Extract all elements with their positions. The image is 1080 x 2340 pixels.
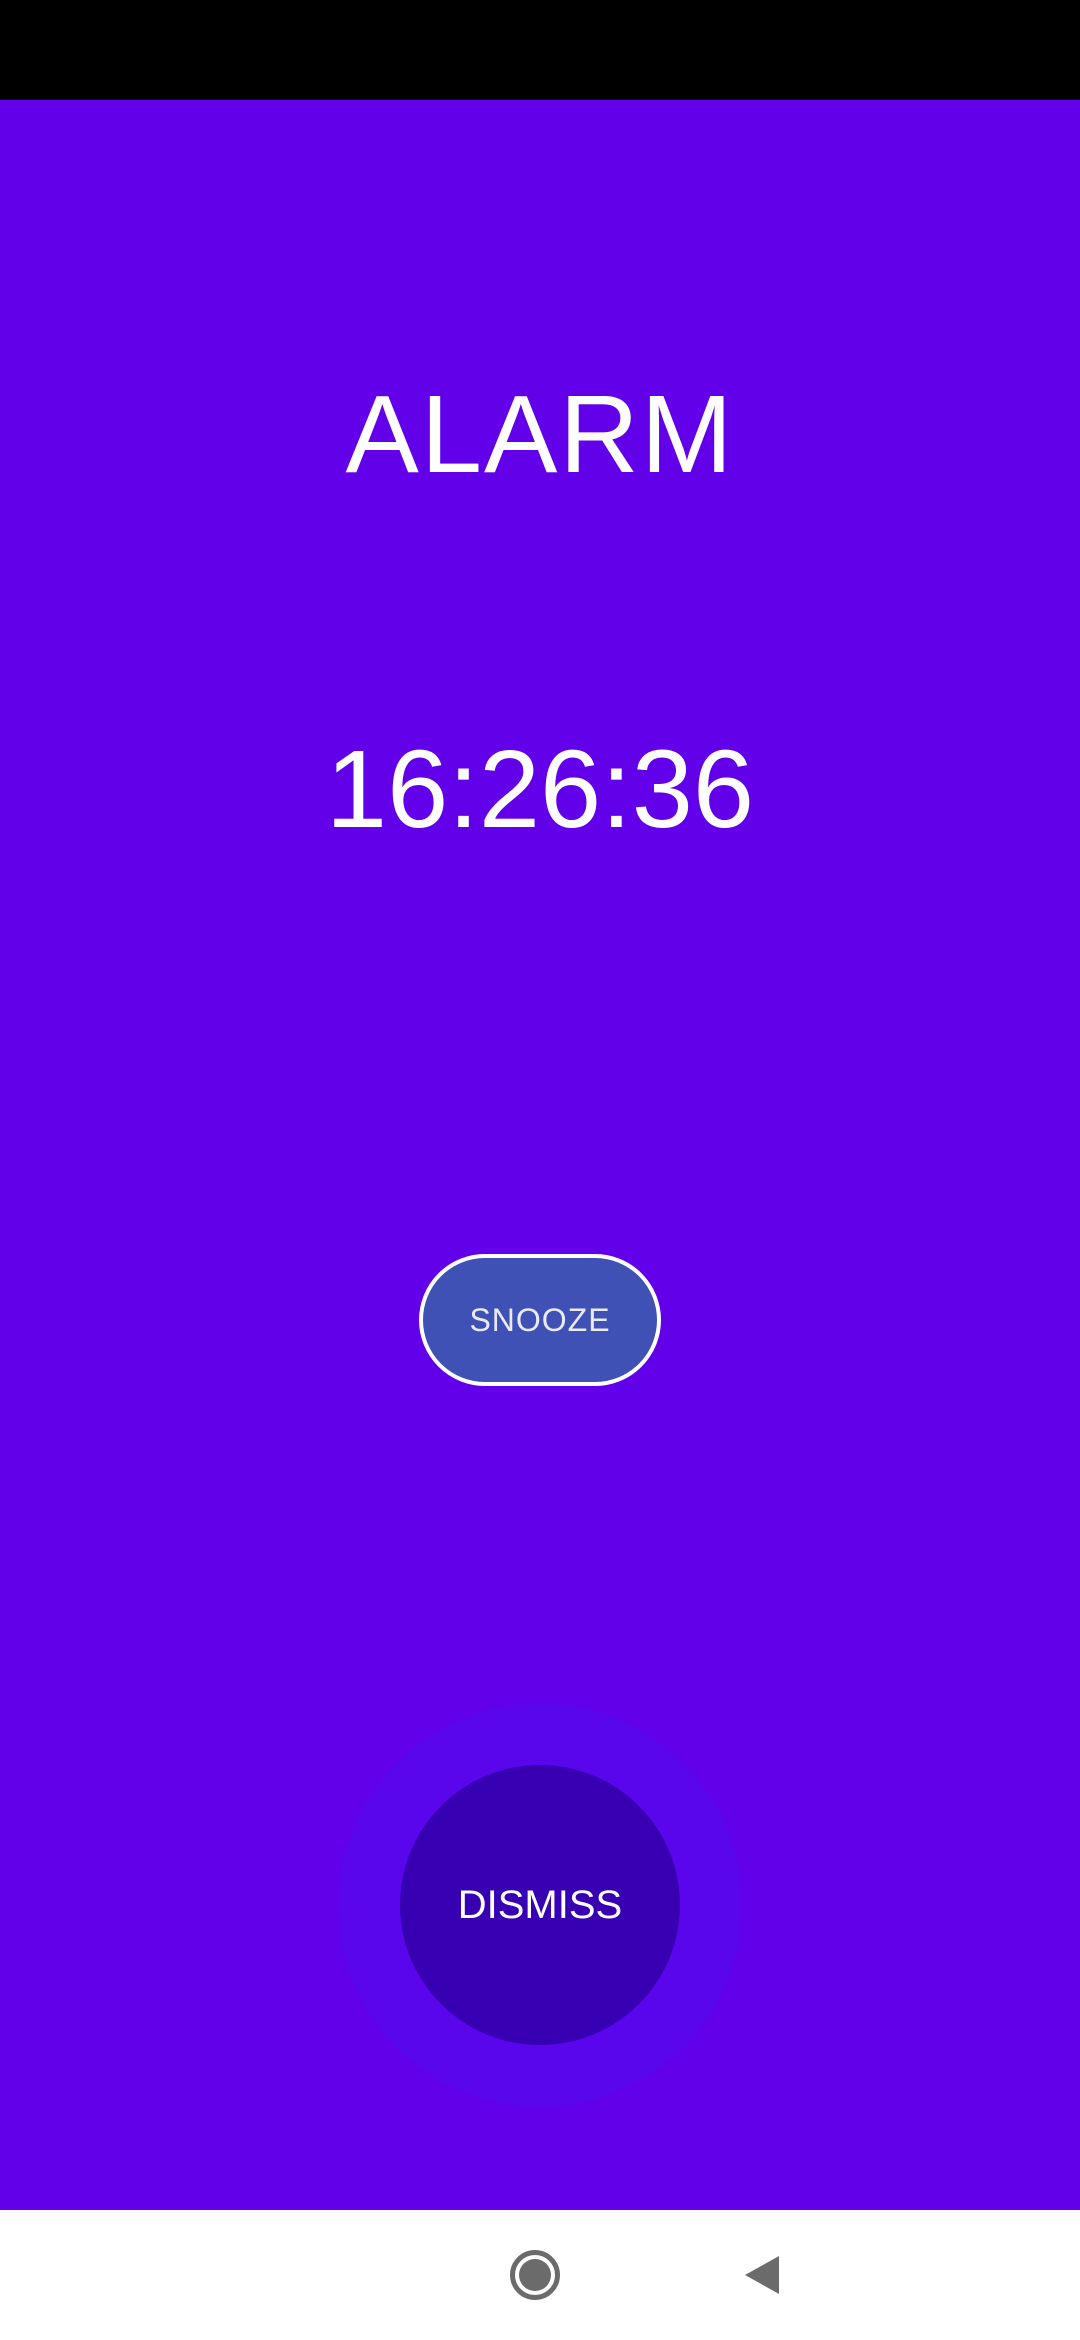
back-icon[interactable] [742,2254,782,2296]
home-icon[interactable] [510,2250,560,2300]
dismiss-button[interactable]: DISMISS [400,1765,680,2045]
status-bar [0,0,1080,100]
snooze-button[interactable]: SNOOZE [419,1254,661,1386]
alarm-title: ALARM [345,373,735,496]
snooze-label: SNOOZE [469,1301,611,1338]
alarm-screen: ALARM 16:26:36 SNOOZE DISMISS [0,100,1080,2210]
alarm-time: 16:26:36 [325,728,755,851]
navigation-bar [0,2210,1080,2340]
dismiss-label: DISMISS [457,1882,623,1927]
home-icon-inner [519,2259,551,2291]
back-arrow-icon [745,2256,779,2294]
